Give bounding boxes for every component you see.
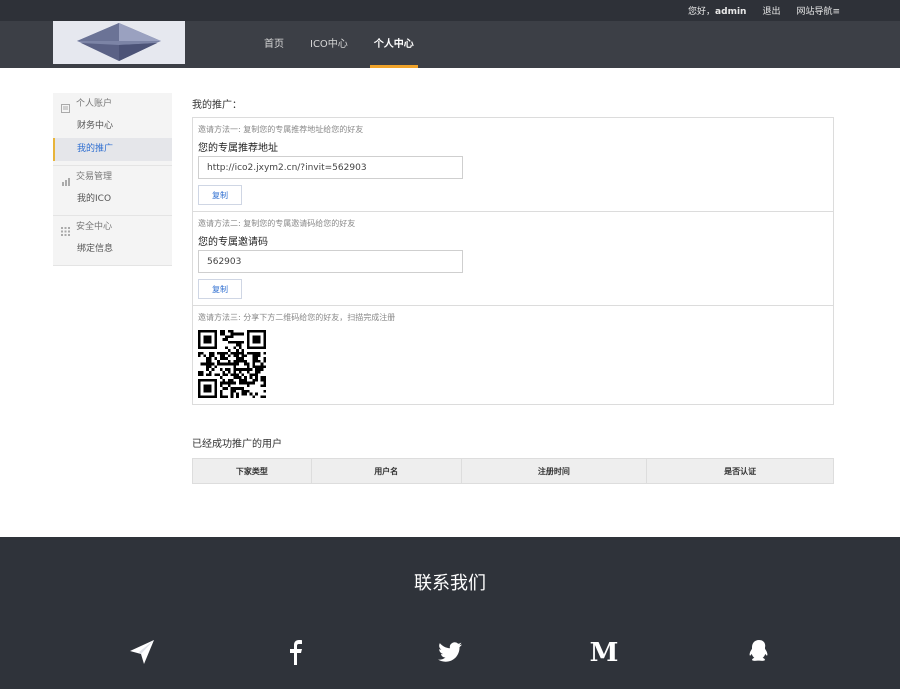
nav-bar: 首页 ICO中心 个人中心 (0, 21, 900, 68)
sidebar-group-header: 交易管理 (53, 166, 172, 188)
social-links: M (0, 637, 900, 668)
method-label: 您的专属邀请码 (198, 237, 268, 248)
method-hint: 邀请方法三: 分享下方二维码给您的好友，扫描完成注册 (198, 313, 396, 322)
column-header-username[interactable]: 用户名 (310, 458, 462, 484)
qq-icon[interactable] (744, 637, 774, 667)
invite-methods-box: 邀请方法一: 复制您的专属推荐地址给您的好友 您的专属推荐地址 复制 邀请方法二… (192, 117, 834, 405)
main-nav: 首页 ICO中心 个人中心 (264, 21, 440, 68)
sidebar-group-trade: 交易管理 我的ICO (53, 166, 172, 216)
column-header-register-time[interactable]: 注册时间 (460, 458, 648, 484)
referred-users-title: 已经成功推广的用户 (192, 439, 282, 450)
sidebar-group-security: 安全中心 绑定信息 (53, 216, 172, 266)
logo-diamond-icon (77, 23, 161, 61)
bar-chart-icon (61, 173, 70, 186)
top-bar: 您好，admin 退出 网站导航≡ (0, 0, 900, 21)
footer: 联系我们 M (0, 537, 900, 689)
contact-title: 联系我们 (414, 573, 486, 594)
telegram-icon[interactable] (127, 637, 157, 667)
sidebar-group-title: 安全中心 (76, 222, 113, 232)
nav-ico-center[interactable]: ICO中心 (310, 21, 348, 68)
invite-code-field[interactable] (198, 250, 463, 273)
method-label: 您的专属推荐地址 (198, 143, 278, 154)
referral-link-field[interactable] (198, 156, 463, 179)
sidebar-group-title: 交易管理 (76, 172, 113, 182)
qr-code-image (198, 330, 266, 398)
sidebar-item-finance[interactable]: 财务中心 (53, 115, 172, 138)
sidebar: 个人账户 财务中心 我的推广 交易管理 我的ICO 安全中心 绑定信息 (53, 93, 172, 266)
sidebar-group-header: 安全中心 (53, 216, 172, 238)
username: admin (715, 7, 747, 17)
table-header-row: 下家类型 用户名 注册时间 是否认证 (192, 458, 834, 484)
copy-link-button[interactable]: 复制 (198, 185, 242, 205)
nav-personal-center[interactable]: 个人中心 (369, 21, 418, 68)
nav-home[interactable]: 首页 (264, 21, 284, 68)
medium-icon[interactable]: M (589, 637, 619, 668)
logo[interactable] (53, 21, 185, 64)
svg-text:M: M (590, 638, 619, 667)
method-hint: 邀请方法一: 复制您的专属推荐地址给您的好友 (198, 125, 364, 134)
logout-link[interactable]: 退出 (762, 4, 780, 17)
page-title: 我的推广： (192, 100, 242, 111)
grid-icon (61, 223, 70, 236)
copy-code-button[interactable]: 复制 (198, 279, 242, 299)
sidebar-item-my-ico[interactable]: 我的ICO (53, 188, 172, 211)
main-content: 我的推广： 邀请方法一: 复制您的专属推荐地址给您的好友 您的专属推荐地址 复制… (192, 97, 834, 484)
site-nav-link[interactable]: 网站导航≡ (796, 4, 840, 17)
sidebar-group-title: 个人账户 (76, 99, 113, 109)
column-header-verified[interactable]: 是否认证 (646, 458, 834, 484)
sidebar-item-my-promotion[interactable]: 我的推广 (53, 138, 172, 161)
sidebar-group-header: 个人账户 (53, 93, 172, 115)
document-icon (61, 100, 70, 113)
column-header-type[interactable]: 下家类型 (192, 458, 312, 484)
invite-method-link: 邀请方法一: 复制您的专属推荐地址给您的好友 您的专属推荐地址 复制 (193, 118, 833, 212)
invite-method-code: 邀请方法二: 复制您的专属邀请码给您的好友 您的专属邀请码 复制 (193, 212, 833, 306)
method-hint: 邀请方法二: 复制您的专属邀请码给您的好友 (198, 219, 356, 228)
sidebar-item-binding-info[interactable]: 绑定信息 (53, 238, 172, 261)
sidebar-group-account: 个人账户 财务中心 我的推广 (53, 93, 172, 166)
greeting: 您好，admin (688, 7, 747, 17)
twitter-icon[interactable] (435, 637, 465, 667)
referred-users-table: 下家类型 用户名 注册时间 是否认证 (192, 458, 834, 484)
facebook-icon[interactable] (280, 637, 310, 667)
invite-method-qr: 邀请方法三: 分享下方二维码给您的好友，扫描完成注册 (193, 306, 833, 404)
